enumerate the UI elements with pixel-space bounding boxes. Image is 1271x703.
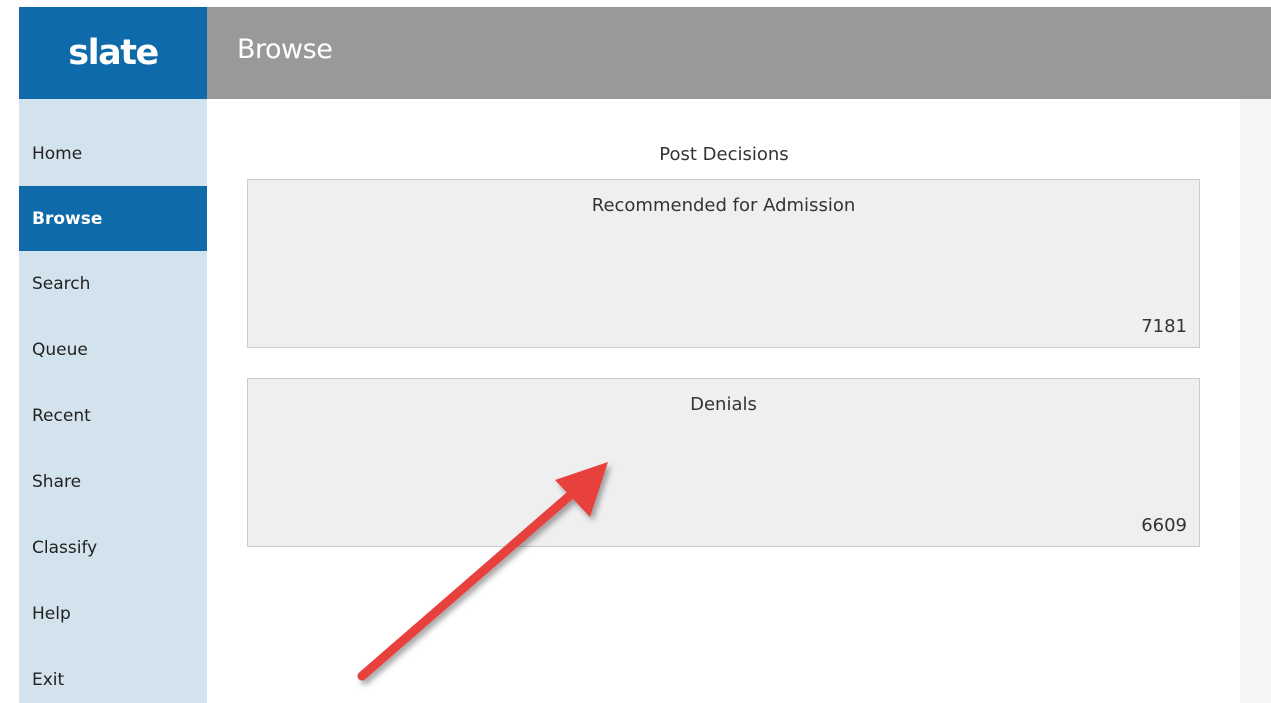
tile-denials[interactable]: Denials 6609 — [247, 378, 1200, 547]
sidebar-item-label: Search — [32, 273, 91, 294]
sidebar-item-label: Exit — [32, 669, 65, 690]
sidebar-item-label: Recent — [32, 405, 91, 426]
sidebar-item-queue[interactable]: Queue — [19, 317, 207, 382]
sidebar-item-label: Help — [32, 603, 71, 624]
sidebar-item-exit[interactable]: Exit — [19, 647, 207, 703]
tile-label: Recommended for Admission — [591, 195, 856, 216]
slate-logo[interactable]: slate — [19, 7, 207, 99]
tile-count: 7181 — [1141, 316, 1187, 337]
sidebar-item-label: Share — [32, 471, 82, 492]
tile-recommended-for-admission[interactable]: Recommended for Admission 7181 — [247, 179, 1200, 348]
sidebar-item-recent[interactable]: Recent — [19, 383, 207, 448]
sidebar: Home Browse Search Queue Recent Share Cl… — [19, 99, 207, 703]
sidebar-item-label: Queue — [32, 339, 88, 360]
sidebar-item-home[interactable]: Home — [19, 121, 207, 186]
sidebar-item-help[interactable]: Help — [19, 581, 207, 646]
section-title: Post Decisions — [659, 144, 789, 165]
sidebar-item-classify[interactable]: Classify — [19, 515, 207, 580]
sidebar-item-browse[interactable]: Browse — [19, 186, 207, 251]
sidebar-item-label: Classify — [32, 537, 98, 558]
logo-text: slate — [68, 33, 159, 73]
sidebar-item-label: Home — [32, 143, 83, 164]
tile-label: Denials — [690, 394, 757, 415]
app-window: slate Browse Home Browse Search Queue Re… — [0, 0, 1271, 703]
sidebar-item-search[interactable]: Search — [19, 251, 207, 316]
sidebar-item-share[interactable]: Share — [19, 449, 207, 514]
tile-count: 6609 — [1141, 515, 1187, 536]
sidebar-item-label: Browse — [32, 208, 103, 229]
header-bar: Browse — [207, 7, 1271, 99]
right-gutter — [1240, 99, 1271, 703]
page-title: Browse — [237, 34, 333, 65]
